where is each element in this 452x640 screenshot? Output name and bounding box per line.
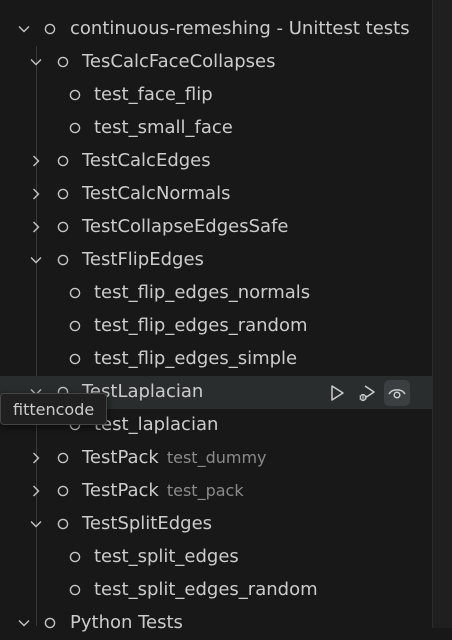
test-not-run-icon [69, 89, 81, 101]
tree-item-label: TestCalcEdges [82, 150, 211, 171]
tree-item-test[interactable]: test_flip_edges_normals [0, 277, 432, 310]
test-not-run-icon [57, 56, 69, 68]
tree-item-label: test_flip_edges_normals [94, 282, 311, 303]
chevron-down-icon[interactable] [16, 21, 32, 37]
test-not-run-icon [69, 320, 81, 332]
tree-item-test[interactable]: test_face_flip [0, 79, 432, 112]
chevron-right-icon[interactable] [28, 483, 44, 499]
tree-item-label: test_face_flip [94, 84, 213, 105]
suite-name: TestPack [82, 480, 159, 501]
test-not-run-icon [69, 287, 81, 299]
continuous-run-icon[interactable] [384, 380, 410, 406]
tree-item-label: TestSplitEdges [82, 513, 213, 534]
test-not-run-icon [44, 617, 56, 629]
tree-item-suite[interactable]: TestCalcNormals [0, 178, 432, 211]
suite-description: test_pack [166, 481, 244, 500]
tree-item-label: test_flip_edges_simple [94, 348, 298, 369]
chevron-right-icon[interactable] [28, 219, 44, 235]
test-not-run-icon [57, 254, 69, 266]
test-not-run-icon [69, 584, 81, 596]
tree-item-test[interactable]: test_split_edges [0, 541, 432, 574]
test-not-run-icon [57, 188, 69, 200]
tree-item-suite[interactable]: TestCalcEdges [0, 145, 432, 178]
tree-item-label: TesCalcFaceCollapses [82, 51, 276, 72]
test-not-run-icon [57, 518, 69, 530]
tree-item-label: test_laplacian [94, 414, 219, 435]
tree-item-test[interactable]: test_flip_edges_random [0, 310, 432, 343]
chevron-down-icon[interactable] [28, 516, 44, 532]
tree-item-test[interactable]: test_flip_edges_simple [0, 343, 432, 376]
tree-item-suite[interactable]: TesCalcFaceCollapses [0, 46, 432, 79]
chevron-right-icon[interactable] [28, 186, 44, 202]
tree-item-label: test_split_edges [94, 546, 239, 567]
tooltip: fittencode [0, 393, 108, 425]
tree-item-label: TestPack test_pack [82, 481, 244, 501]
test-not-run-icon [44, 23, 56, 35]
chevron-right-icon[interactable] [28, 153, 44, 169]
tree-item-label: TestPack test_dummy [82, 448, 267, 468]
tree-item-suite[interactable]: TestFlipEdges [0, 244, 432, 277]
test-explorer-panel: continuous-remeshing - Unittest tests Te… [0, 0, 432, 633]
tree-item-root[interactable]: Python Tests [0, 607, 432, 640]
scrollbar-track[interactable] [432, 0, 452, 628]
tree-item-label: continuous-remeshing - Unittest tests [70, 18, 410, 39]
debug-test-icon[interactable] [354, 380, 380, 406]
tree-item-test[interactable]: test_split_edges_random [0, 574, 432, 607]
test-not-run-icon [69, 122, 81, 134]
chevron-down-icon[interactable] [28, 252, 44, 268]
tree-item-suite[interactable]: TestSplitEdges [0, 508, 432, 541]
tree-item-label: test_split_edges_random [94, 579, 318, 600]
tree-item-label: test_small_face [94, 117, 233, 138]
tree-item-label: test_flip_edges_random [94, 315, 308, 336]
tree-item-root[interactable]: continuous-remeshing - Unittest tests [0, 13, 432, 46]
chevron-down-icon[interactable] [28, 54, 44, 70]
tree-item-test[interactable]: test_small_face [0, 112, 432, 145]
row-actions [324, 380, 410, 406]
tree-item-suite[interactable]: TestPack test_pack [0, 475, 432, 508]
tree-item-label: TestCalcNormals [82, 183, 231, 204]
test-not-run-icon [57, 155, 69, 167]
test-not-run-icon [69, 551, 81, 563]
tree-item-label: TestFlipEdges [82, 249, 204, 270]
tree-item-label: TestCollapseEdgesSafe [82, 216, 289, 237]
run-test-icon[interactable] [324, 380, 350, 406]
chevron-right-icon[interactable] [28, 450, 44, 466]
chevron-down-icon[interactable] [16, 615, 32, 631]
test-not-run-icon [57, 221, 69, 233]
suite-name: TestPack [82, 447, 159, 468]
suite-description: test_dummy [166, 448, 267, 467]
test-not-run-icon [57, 485, 69, 497]
tree-item-suite[interactable]: TestCollapseEdgesSafe [0, 211, 432, 244]
test-not-run-icon [57, 452, 69, 464]
tree-item-suite[interactable]: TestPack test_dummy [0, 442, 432, 475]
test-not-run-icon [69, 353, 81, 365]
tree-item-label: Python Tests [70, 612, 183, 633]
